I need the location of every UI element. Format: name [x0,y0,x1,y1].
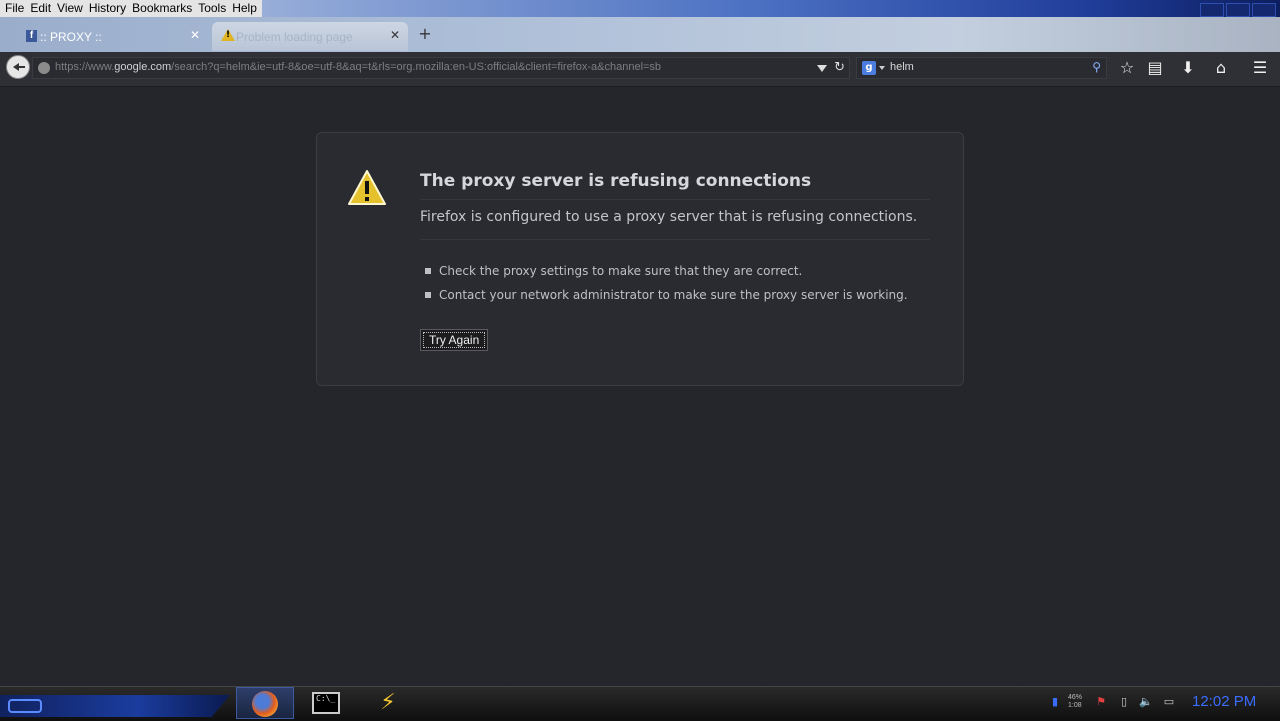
minimize-button[interactable] [1200,3,1224,17]
taskbar-command-prompt[interactable]: C:\_ [298,687,356,719]
try-again-button[interactable]: Try Again [420,329,489,351]
menu-help[interactable]: Help [229,0,260,17]
menu-hamburger-icon[interactable]: ☰ [1250,58,1270,78]
search-go-icon[interactable]: ⚲ [1092,60,1101,74]
menu-history[interactable]: History [86,0,129,17]
clock[interactable]: 12:02 PM [1192,693,1256,710]
tab-proxy[interactable]: f :: PROXY :: ✕ [16,22,208,51]
taskbar-winamp[interactable]: ⚡ [360,687,418,719]
bookmark-star-icon[interactable]: ☆ [1117,58,1137,78]
network-meter[interactable]: 46% 1:08 [1068,694,1082,710]
network-icon[interactable]: ▭ [1162,695,1176,709]
winamp-icon: ⚡ [380,690,396,715]
menu-view[interactable]: View [54,0,86,17]
list-item: Contact your network administrator to ma… [425,283,908,307]
tab-title: :: PROXY :: [40,29,102,44]
menu-tools[interactable]: Tools [195,0,229,17]
search-input[interactable]: helm [890,61,914,73]
bluetooth-icon[interactable]: ▮ [1048,695,1062,709]
tab-strip: f :: PROXY :: ✕ Problem loading page ✕ + [0,17,1280,52]
error-card: The proxy server is refusing connections… [316,132,964,386]
window-controls [1200,3,1276,17]
url-host: google.com [114,61,172,73]
url-rest: /search?q=helm&ie=utf-8&oe=utf-8&aq=t&rl… [171,61,662,73]
reload-icon[interactable]: ↻ [834,60,845,75]
tab-title: Problem loading page [236,29,353,44]
new-tab-icon[interactable]: + [417,26,433,42]
menu-file[interactable]: File [2,0,27,17]
taskbar-firefox[interactable] [236,687,294,719]
suggestion-list: Check the proxy settings to make sure th… [425,259,908,307]
close-tab-icon[interactable]: ✕ [390,29,400,41]
command-prompt-icon: C:\_ [312,692,340,714]
url-prefix: https://www. [55,61,115,73]
network-meter-bottom: 1:08 [1068,702,1082,709]
url-text[interactable]: https://www.google.com/search?q=helm&ie=… [55,61,661,73]
home-icon[interactable]: ⌂ [1211,58,1231,78]
url-bar[interactable]: https://www.google.com/search?q=helm&ie=… [32,57,850,79]
menu-edit[interactable]: Edit [27,0,54,17]
search-bar[interactable]: g helm ⚲ [856,57,1107,79]
search-engine-dropdown-icon[interactable] [879,66,885,70]
warning-icon [348,170,386,205]
menu-bar: File Edit View History Bookmarks Tools H… [0,0,1280,17]
volume-icon[interactable]: 🔈 [1139,695,1153,709]
menu-bookmarks[interactable]: Bookmarks [129,0,195,17]
list-item: Check the proxy settings to make sure th… [425,259,908,283]
tab-problem-loading[interactable]: Problem loading page ✕ [212,22,408,51]
navigation-toolbar: https://www.google.com/search?q=helm&ie=… [0,52,1280,87]
google-icon[interactable]: g [862,61,876,75]
taskbar: C:\_ ⚡ ▮ 46% 1:08 ⚑ ▯ 🔈 ▭ 12:02 PM [0,686,1280,721]
globe-icon[interactable] [38,62,50,74]
close-window-button[interactable] [1252,3,1276,17]
warning-icon [221,29,235,41]
battery-icon[interactable]: ▯ [1117,695,1131,709]
menu-items: File Edit View History Bookmarks Tools H… [0,0,262,17]
firefox-icon [252,691,278,717]
network-meter-top: 46% [1068,694,1083,701]
error-title: The proxy server is refusing connections [420,171,930,200]
close-tab-icon[interactable]: ✕ [190,29,200,41]
start-button[interactable] [0,695,230,717]
start-orb-icon [8,699,42,713]
downloads-icon[interactable]: ⬇ [1178,58,1198,78]
bookmarks-menu-icon[interactable]: ▤ [1145,58,1165,78]
maximize-button[interactable] [1226,3,1250,17]
error-description: Firefox is configured to use a proxy ser… [420,209,930,240]
back-button[interactable] [6,55,30,79]
action-center-flag-icon[interactable]: ⚑ [1094,695,1108,709]
facebook-icon: f [26,30,37,42]
url-dropdown-icon[interactable] [817,65,827,72]
